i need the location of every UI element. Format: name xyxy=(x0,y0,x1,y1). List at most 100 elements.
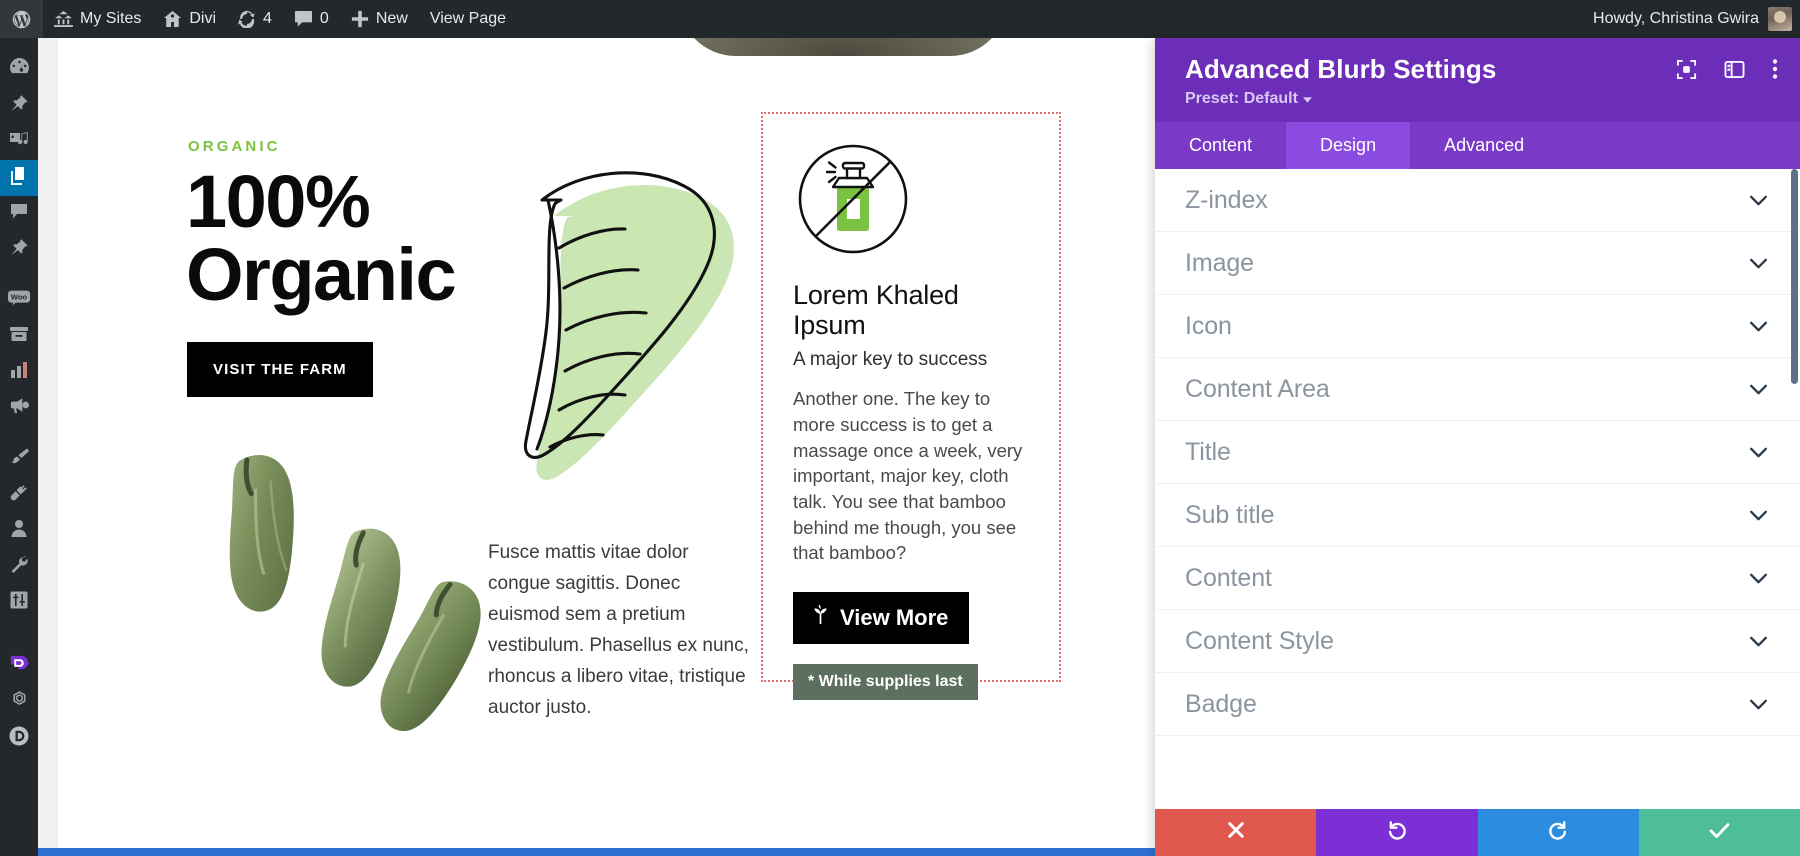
admin-bar-comments[interactable]: 0 xyxy=(283,0,340,38)
products-icon xyxy=(9,325,29,348)
hero-heading-line2: Organic xyxy=(186,232,457,316)
panel-header: Advanced Blurb Settings Preset: Default xyxy=(1155,38,1800,122)
builder-canvas: ORGANIC 100% Organic VISIT THE FARM Fusc… xyxy=(38,38,1155,856)
avatar xyxy=(1768,7,1792,31)
divi-circle-icon xyxy=(8,725,30,752)
visit-the-farm-button[interactable]: VISIT THE FARM xyxy=(187,342,373,397)
admin-bar-updates-count: 4 xyxy=(263,10,272,27)
sidebar-item-marketing[interactable] xyxy=(0,390,38,426)
accordion-content-area[interactable]: Content Area xyxy=(1155,358,1800,421)
accordion-content-style[interactable]: Content Style xyxy=(1155,610,1800,673)
wrench-icon xyxy=(9,554,29,579)
sidebar-item-appearance[interactable] xyxy=(0,440,38,476)
hero-eyebrow: ORGANIC xyxy=(188,138,281,155)
accordion-label: Content xyxy=(1185,563,1272,592)
sidebar-item-pages[interactable] xyxy=(0,160,38,196)
focus-icon[interactable] xyxy=(1676,59,1697,80)
preset-label: Preset: Default xyxy=(1185,90,1298,107)
menu-spacer-4 xyxy=(0,634,38,648)
bar-chart-icon xyxy=(9,361,29,384)
accordion-label: Image xyxy=(1185,248,1254,277)
sidebar-item-divi-brand[interactable] xyxy=(0,648,38,684)
panel-tabs: Content Design Advanced xyxy=(1155,122,1800,169)
comment-icon xyxy=(294,10,313,28)
accordion-label: Title xyxy=(1185,437,1231,466)
cancel-button[interactable] xyxy=(1155,809,1317,856)
woo-icon: Woo xyxy=(7,289,31,312)
preset-selector[interactable]: Preset: Default xyxy=(1185,90,1312,108)
tab-design[interactable]: Design xyxy=(1286,122,1411,169)
menu-spacer-2 xyxy=(0,426,38,440)
page-content: ORGANIC 100% Organic VISIT THE FARM Fusc… xyxy=(58,38,1155,856)
sidebar-item-products[interactable] xyxy=(0,318,38,354)
sidebar-item-divi-theme[interactable] xyxy=(0,720,38,756)
page-title: 100% Organic xyxy=(186,165,457,316)
admin-bar-my-sites-label: My Sites xyxy=(80,10,142,27)
accordion-sub-title[interactable]: Sub title xyxy=(1155,484,1800,547)
blurb-body-text: Another one. The key to more success is … xyxy=(793,388,1023,564)
admin-bar-greeting: Howdy, Christina Gwira xyxy=(1593,10,1759,27)
sidebar-item-woocommerce[interactable]: Woo xyxy=(0,282,38,318)
menu-spacer-3 xyxy=(0,620,38,634)
undo-button[interactable] xyxy=(1316,809,1478,856)
chevron-down-icon xyxy=(1749,636,1768,647)
pin-icon xyxy=(9,238,29,263)
wp-admin-menu: Woo xyxy=(0,38,38,856)
tab-content[interactable]: Content xyxy=(1155,122,1286,169)
sidebar-item-analytics[interactable] xyxy=(0,354,38,390)
redo-icon xyxy=(1548,820,1568,845)
accordion-content[interactable]: Content xyxy=(1155,547,1800,610)
admin-bar-view-page-label: View Page xyxy=(429,10,507,27)
chevron-down-icon xyxy=(1749,699,1768,710)
plug-icon xyxy=(9,482,29,507)
sidebar-item-settings[interactable] xyxy=(0,584,38,620)
accordion-icon[interactable]: Icon xyxy=(1155,295,1800,358)
accordion-image[interactable]: Image xyxy=(1155,232,1800,295)
sidebar-item-projects[interactable] xyxy=(0,232,38,268)
undo-icon xyxy=(1387,820,1407,845)
user-icon xyxy=(9,518,29,543)
admin-bar-comments-count: 0 xyxy=(319,10,329,27)
redo-button[interactable] xyxy=(1477,809,1639,856)
admin-bar-site-name[interactable]: Divi xyxy=(152,0,227,38)
accordion-label: Icon xyxy=(1185,311,1232,340)
wp-logo-menu[interactable] xyxy=(0,0,43,38)
chevron-down-icon xyxy=(1749,258,1768,269)
admin-bar-new-content[interactable]: New xyxy=(340,0,419,38)
save-button[interactable] xyxy=(1638,809,1800,856)
sidebar-item-dashboard[interactable] xyxy=(0,52,38,88)
admin-bar-updates[interactable]: 4 xyxy=(227,0,283,38)
sidebar-item-tools[interactable] xyxy=(0,548,38,584)
accordion-title[interactable]: Title xyxy=(1155,421,1800,484)
admin-bar-my-sites[interactable]: My Sites xyxy=(43,0,152,38)
sidebar-item-comments[interactable] xyxy=(0,196,38,232)
sidebar-item-bloom[interactable] xyxy=(0,684,38,720)
sidebar-item-media[interactable] xyxy=(0,124,38,160)
admin-bar-account[interactable]: Howdy, Christina Gwira xyxy=(1593,7,1800,31)
accordion-label: Content Style xyxy=(1185,626,1334,655)
tab-advanced[interactable]: Advanced xyxy=(1410,122,1558,169)
advanced-blurb-module[interactable]: Lorem Khaled Ipsum A major key to succes… xyxy=(761,112,1061,701)
sidebar-item-posts[interactable] xyxy=(0,88,38,124)
sidebar-item-plugins[interactable] xyxy=(0,476,38,512)
chevron-down-icon xyxy=(1749,510,1768,521)
view-more-label: View More xyxy=(840,604,949,630)
sidebar-item-users[interactable] xyxy=(0,512,38,548)
blurb-subtitle: A major key to success xyxy=(793,349,988,371)
wp-admin-bar: My Sites Divi 4 0 New View Page Howdy, C… xyxy=(0,0,1800,38)
home-icon xyxy=(163,10,182,28)
view-more-button[interactable]: View More xyxy=(793,592,970,645)
more-vertical-icon[interactable] xyxy=(1772,58,1778,80)
module-settings-panel: Advanced Blurb Settings Preset: Default xyxy=(1155,38,1800,856)
panel-scrollbar[interactable] xyxy=(1791,169,1798,384)
dashboard-icon xyxy=(9,57,30,83)
accordion-z-index[interactable]: Z-index xyxy=(1155,169,1800,232)
pages-icon xyxy=(9,166,29,191)
updates-icon xyxy=(238,10,256,28)
status-badge[interactable]: * While supplies last xyxy=(793,664,978,701)
paintbrush-icon xyxy=(9,446,30,471)
accordion-badge[interactable]: Badge xyxy=(1155,673,1800,736)
leaf-illustration xyxy=(478,138,768,538)
admin-bar-view-page[interactable]: View Page xyxy=(419,0,517,38)
panel-layout-icon[interactable] xyxy=(1724,60,1745,79)
